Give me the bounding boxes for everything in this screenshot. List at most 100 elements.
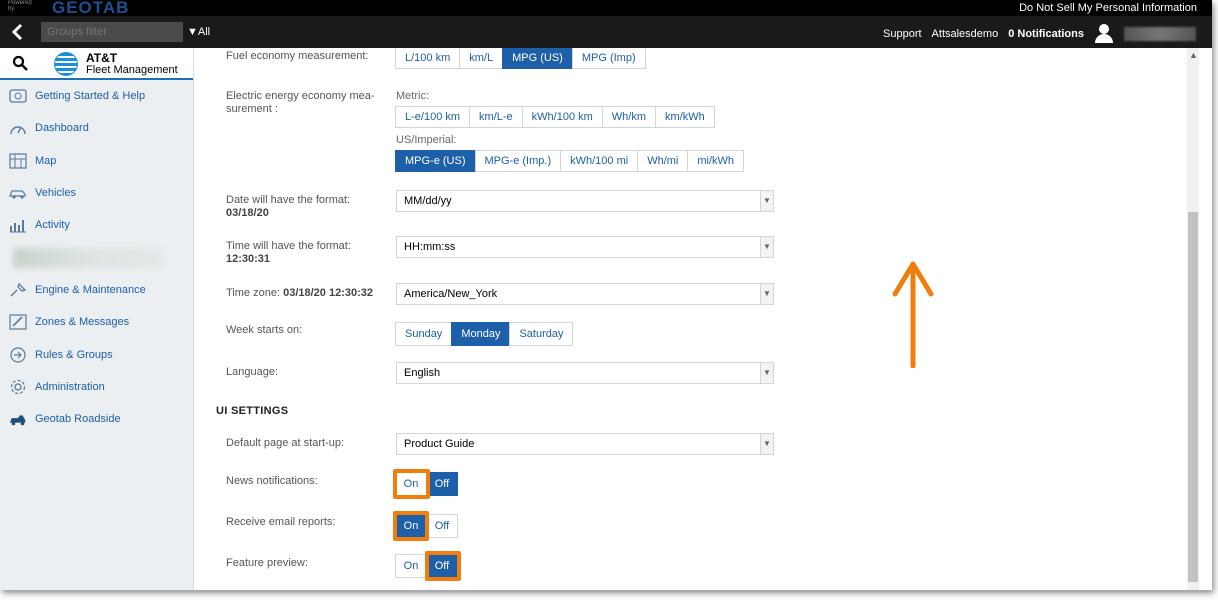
chevron-down-icon: ▼ [760, 191, 773, 211]
ui-settings-heading: UI SETTINGS [216, 405, 289, 417]
sidebar-item-activity[interactable]: Activity [0, 209, 193, 241]
default-page-label: Default page at start-up: [226, 437, 345, 449]
sidebar-item-label: Engine & Maintenance [35, 283, 146, 296]
sidebar-item-map[interactable]: Map [0, 145, 193, 177]
sidebar-brand: AT&T Fleet Management [0, 48, 193, 80]
sidebar-item-roadside[interactable]: Geotab Roadside [0, 403, 193, 435]
all-groups-dropdown[interactable]: ▼All [187, 26, 210, 38]
imperial-option-whmi[interactable]: Wh/mi [637, 150, 689, 172]
date-format-text: Date will have the format: [226, 194, 351, 206]
imperial-toggle: MPG-e (US) MPG-e (Imp.) kWh/100 mi Wh/mi… [395, 150, 745, 172]
fuel-economy-toggle: L/100 km km/L MPG (US) MPG (Imp) [395, 48, 646, 69]
sidebar-item-redacted[interactable] [0, 241, 193, 273]
activity-icon [9, 216, 27, 234]
scroll-up-icon[interactable]: ▲ [1189, 50, 1198, 60]
imperial-option-mpge-us[interactable]: MPG-e (US) [395, 150, 476, 172]
sidebar-item-engine[interactable]: Engine & Maintenance [0, 274, 193, 306]
timezone-label: Time zone: 03/18/20 12:30:32 [226, 287, 373, 300]
sidebar-item-rules[interactable]: Rules & Groups [0, 338, 193, 370]
imperial-option-kwh100mi[interactable]: kWh/100 mi [560, 150, 639, 172]
timezone-select[interactable]: America/New_York ▼ [396, 283, 774, 305]
language-label: Language: [226, 366, 278, 378]
att-globe-logo [54, 52, 78, 76]
fuel-option-mpg-imp[interactable]: MPG (Imp) [571, 48, 646, 69]
language-select[interactable]: English ▼ [396, 362, 774, 384]
week-option-sunday[interactable]: Sunday [395, 322, 453, 346]
metric-option-kwh100km[interactable]: kWh/100 km [521, 106, 603, 128]
sidebar-item-label: Geotab Roadside [35, 413, 121, 426]
fuel-economy-label: Fuel economy measurement: [226, 50, 369, 62]
dashboard-icon [9, 119, 27, 137]
sidebar-item-vehicles[interactable]: Vehicles [0, 177, 193, 209]
sidebar-item-label: Map [35, 154, 57, 167]
nav-right: Support Attsalesdemo 0 Notifications [883, 24, 1196, 44]
sidebar: AT&T Fleet Management Getting Started & … [0, 48, 194, 590]
notifications-link[interactable]: 0 Notifications [1008, 28, 1084, 40]
date-format-example: 03/18/20 [226, 207, 269, 219]
time-format-select[interactable]: HH:mm:ss ▼ [396, 236, 774, 258]
sidebar-item-dashboard[interactable]: Dashboard [0, 112, 193, 144]
all-label: All [197, 26, 211, 38]
date-format-value: MM/dd/yy [404, 195, 452, 207]
week-option-monday[interactable]: Monday [451, 322, 511, 346]
zones-icon [9, 313, 27, 331]
app-window: Powered by GEOTAB Do Not Sell My Persona… [0, 0, 1212, 590]
caret-down-icon: ▼ [187, 26, 198, 38]
fuel-option-l100km[interactable]: L/100 km [395, 48, 461, 69]
email-reports-label: Receive email reports: [226, 516, 336, 528]
brand-title: AT&T [86, 51, 118, 65]
powered-by-text: Powered by [8, 0, 32, 12]
sidebar-item-label: Getting Started & Help [35, 90, 146, 103]
user-icon[interactable] [1094, 24, 1114, 44]
imperial-label: US/Imperial: [396, 134, 457, 146]
metric-option-kmle[interactable]: km/L-e [469, 106, 523, 128]
time-format-text: Time will have the format: [226, 240, 351, 252]
chevron-down-icon: ▼ [760, 363, 773, 383]
default-page-select[interactable]: Product Guide ▼ [396, 433, 774, 455]
chevron-down-icon: ▼ [760, 434, 773, 454]
week-option-saturday[interactable]: Saturday [509, 322, 574, 346]
chevron-down-icon: ▼ [760, 237, 773, 257]
sidebar-item-getting-started[interactable]: Getting Started & Help [0, 80, 193, 112]
metric-option-le100km[interactable]: L-e/100 km [395, 106, 471, 128]
news-off-button[interactable]: Off [426, 472, 458, 496]
date-format-select[interactable]: MM/dd/yy ▼ [396, 190, 774, 212]
electric-economy-label: Electric energy economy mea- surement : [226, 90, 375, 116]
sidebar-item-zones[interactable]: Zones & Messages [0, 306, 193, 338]
sidebar-item-label: Rules & Groups [35, 348, 113, 361]
imperial-option-mpge-imp[interactable]: MPG-e (Imp.) [474, 150, 562, 172]
groups-filter-input[interactable] [41, 22, 183, 42]
language-value: English [404, 367, 441, 379]
time-format-example: 12:30:31 [226, 253, 271, 265]
metric-label: Metric: [396, 90, 429, 102]
week-start-label: Week starts on: [226, 324, 303, 336]
support-link[interactable]: Support [883, 28, 922, 40]
vertical-scrollbar[interactable]: ▲ [1187, 48, 1199, 590]
imperial-option-mikwh[interactable]: mi/kWh [687, 150, 745, 172]
news-notifications-label: News notifications: [226, 475, 318, 487]
top-bar: Powered by GEOTAB Do Not Sell My Persona… [0, 0, 1212, 17]
vehicle-icon [9, 184, 27, 202]
fuel-option-kml[interactable]: km/L [459, 48, 504, 69]
account-name[interactable]: Attsalesdemo [932, 28, 999, 40]
roadside-icon [9, 410, 27, 428]
default-page-value: Product Guide [404, 438, 475, 450]
metric-toggle: L-e/100 km km/L-e kWh/100 km Wh/km km/kW… [395, 106, 715, 128]
time-format-label: Time will have the format: 12:30:31 [226, 240, 351, 266]
email-off-button[interactable]: Off [426, 514, 458, 538]
preview-on-button[interactable]: On [395, 554, 427, 578]
electric-label-line2: surement : [226, 103, 278, 115]
metric-option-whkm[interactable]: Wh/km [601, 106, 657, 128]
metric-option-kmkwh[interactable]: km/kWh [655, 106, 715, 128]
privacy-link[interactable]: Do Not Sell My Personal Information [1019, 2, 1197, 14]
gear-icon [9, 378, 27, 396]
sidebar-item-label: Dashboard [35, 122, 89, 135]
search-icon[interactable] [12, 55, 28, 71]
help-icon [9, 87, 27, 105]
back-chevron-icon[interactable] [8, 22, 28, 42]
scroll-thumb[interactable] [1188, 212, 1198, 582]
sidebar-item-administration[interactable]: Administration [0, 371, 193, 403]
highlight-box [393, 469, 430, 499]
timezone-text: Time zone: [226, 287, 281, 299]
fuel-option-mpg-us[interactable]: MPG (US) [502, 48, 573, 69]
